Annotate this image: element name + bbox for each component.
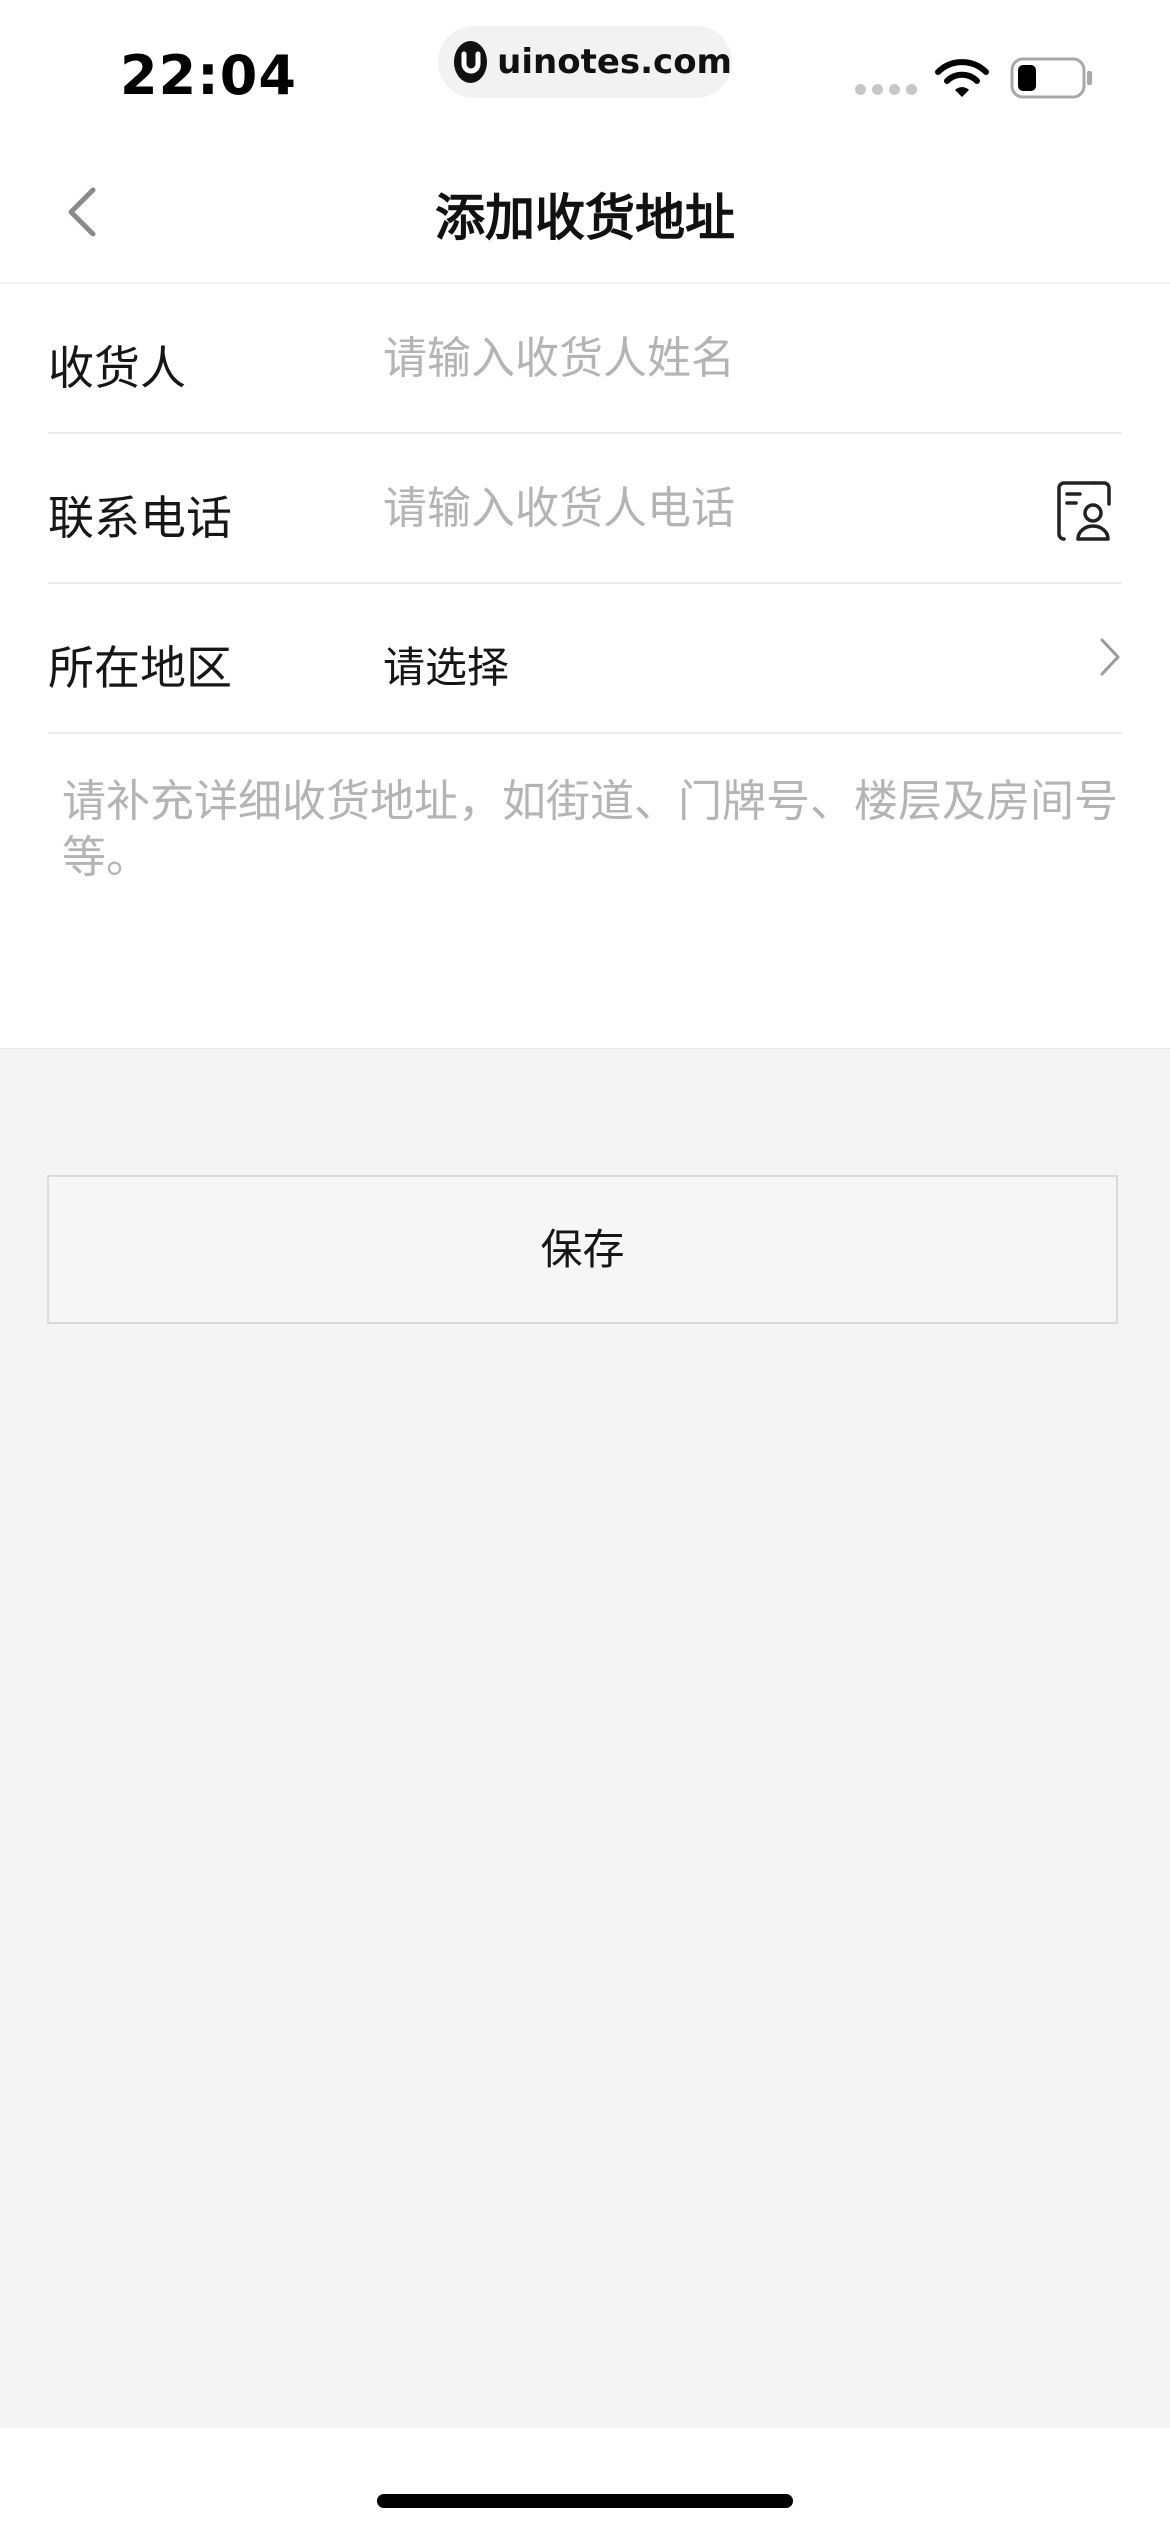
recipient-name-input[interactable]	[383, 318, 1023, 398]
recipient-name-label: 收货人	[48, 341, 186, 395]
phone-row: 联系电话	[48, 434, 1122, 584]
battery-icon	[1010, 57, 1092, 99]
phone-input[interactable]	[383, 468, 1023, 548]
home-bar-area	[0, 2428, 1170, 2532]
signal-icon	[855, 84, 917, 95]
contacts-icon[interactable]	[1056, 480, 1112, 542]
region-label: 所在地区	[48, 641, 232, 695]
wifi-icon	[935, 59, 989, 97]
chevron-right-icon	[1100, 638, 1120, 676]
address-form: 收货人 联系电话 所在地区 请选择	[0, 284, 1170, 1049]
url-pill[interactable]: uinotes.com	[438, 26, 732, 98]
site-logo-icon	[454, 41, 488, 83]
nav-bar: 添加收货地址	[0, 140, 1170, 283]
status-bar: 22:04 uinotes.com	[0, 0, 1170, 140]
add-address-screen: 22:04 uinotes.com 添加收货地址 收货人 请输入收货人姓名 联系…	[0, 0, 1170, 2532]
phone-label: 联系电话	[48, 491, 232, 545]
url-text: uinotes.com	[497, 42, 732, 82]
save-button[interactable]: 保存	[47, 1175, 1118, 1324]
home-indicator[interactable]	[377, 2494, 793, 2508]
recipient-name-row: 收货人	[48, 284, 1122, 434]
detailed-address-input[interactable]	[48, 774, 1122, 1014]
region-select[interactable]: 请选择	[383, 634, 509, 695]
status-time: 22:04	[120, 44, 297, 107]
page-title: 添加收货地址	[435, 189, 735, 247]
region-row[interactable]: 所在地区 请选择	[48, 584, 1122, 734]
